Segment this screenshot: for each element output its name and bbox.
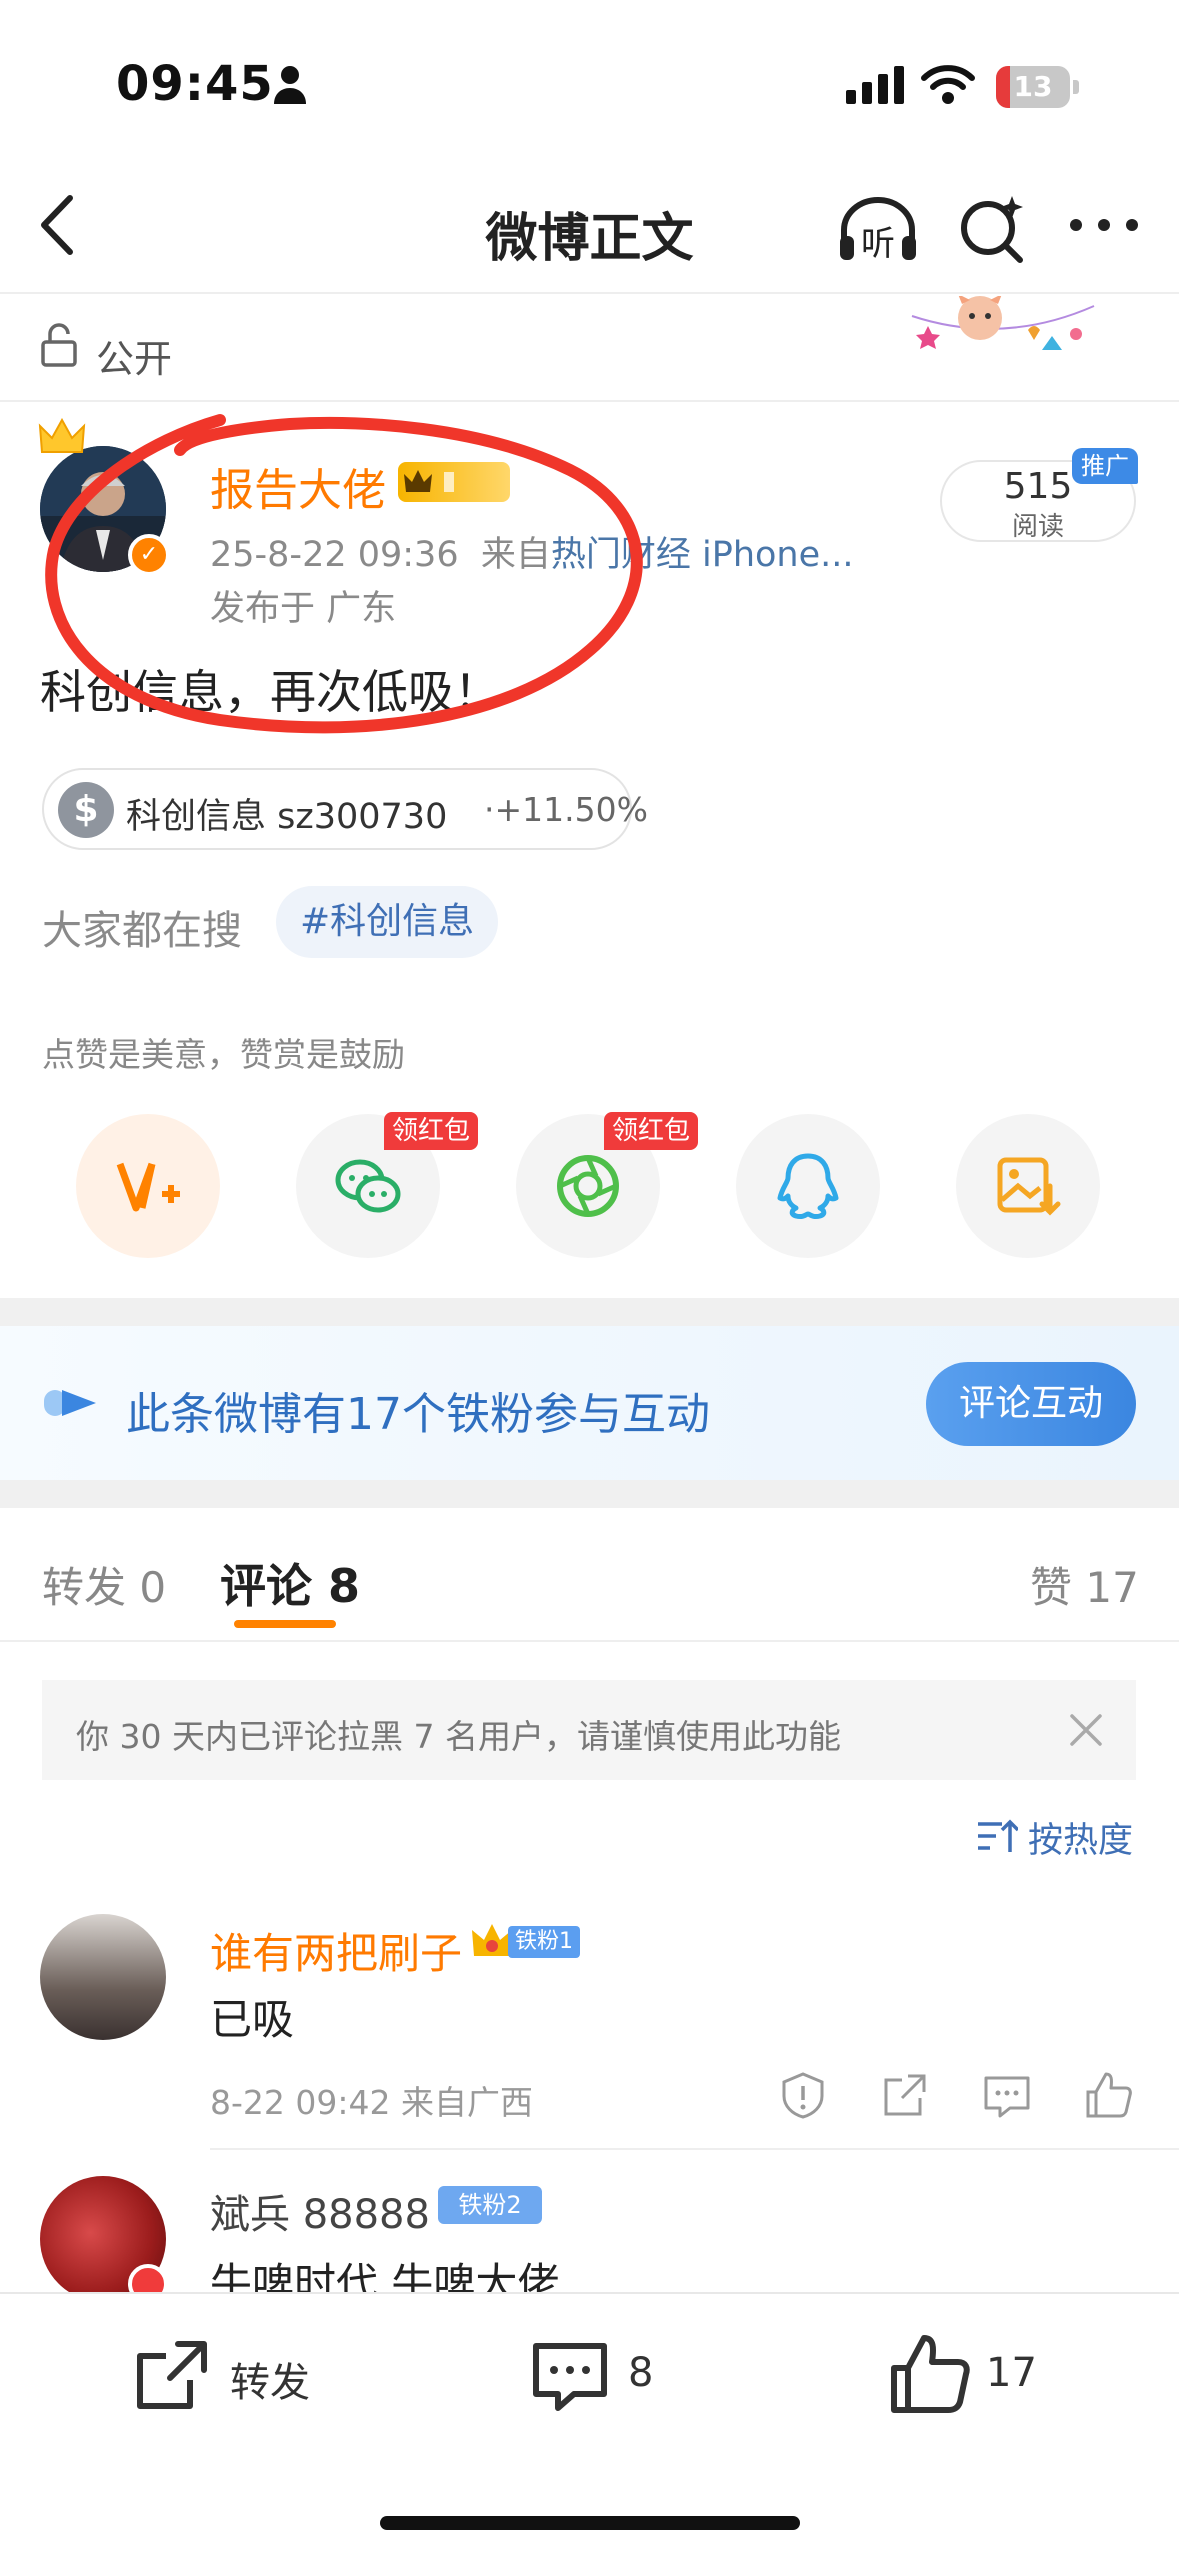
tab-comment[interactable]: 评论 8 [220,1550,360,1616]
post-location: 发布于 广东 [210,589,397,629]
comment-author[interactable]: 谁有两把刷子 [210,1920,462,1981]
stock-name: 科创信息 sz300730 [126,797,448,837]
fans-banner-text: 此条微博有17个铁粉参与互动 [126,1389,710,1440]
sort-button[interactable]: 按热度 [1028,1812,1133,1863]
share-qq-button[interactable] [736,1114,880,1258]
listen-label: 听 [861,224,895,264]
reward-button[interactable] [76,1114,220,1258]
comment-icon[interactable] [530,2336,610,2416]
vip-crown-icon [404,470,454,492]
divider [210,2148,1179,2150]
divider [0,400,1179,402]
battery-icon: 13 [996,66,1080,108]
signal-icon [846,66,904,104]
crown-icon [38,418,86,453]
stock-change: ·+11.50% [484,790,648,829]
dollar-icon: $ [58,782,114,838]
reply-icon[interactable] [982,2070,1032,2120]
verified-badge: ✓ [128,534,170,576]
reward-hint: 点赞是美意，赞赏是鼓励 [42,1035,405,1074]
source-prefix: 来自 [480,535,551,575]
share-icon[interactable] [880,2070,930,2120]
reward-icon [116,1162,180,1212]
fans-icon [44,1390,96,1416]
sort-icon[interactable] [976,1818,1018,1854]
wechat-icon [335,1159,401,1213]
read-label: 阅读 [1011,512,1064,542]
person-icon [274,66,306,104]
hashtag-link[interactable]: #科创信息 [276,886,499,958]
wifi-icon [921,65,975,104]
battery-level: 13 [1013,70,1053,103]
comment-author[interactable]: 斌兵 88888 [210,2182,430,2240]
close-icon[interactable] [1066,1710,1106,1750]
post-meta: 25-8-22 09:36 来自热门财经 iPhone... [210,526,854,577]
red-packet-tag: 领红包 [384,1112,479,1150]
listen-button[interactable]: 听 [836,192,920,264]
save-image-icon [997,1157,1061,1216]
post-time: 25-8-22 09:36 [210,535,459,575]
home-indicator [380,2516,800,2530]
tab-repost[interactable]: 转发 0 [42,1554,166,1615]
unlock-icon [41,323,77,367]
moments-icon [557,1155,619,1217]
section-separator [0,1298,1179,1326]
post-source[interactable]: 热门财经 iPhone... [551,535,854,575]
divider [0,292,1179,294]
divider [0,1640,1179,1642]
save-image-button[interactable] [956,1114,1100,1258]
report-icon[interactable] [778,2070,828,2120]
comment-interact-button[interactable]: 评论互动 [926,1362,1136,1446]
notice-text: 你 30 天内已评论拉黑 7 名用户，请谨慎使用此功能 [76,1717,841,1756]
stock-chip[interactable]: $ 科创信息 sz300730 ·+11.50% [42,768,648,850]
repost-icon[interactable] [132,2336,212,2416]
fan-badge-label: 铁粉1 [508,1926,580,1958]
trending-search-label: 大家都在搜 [42,908,242,954]
like-icon[interactable] [890,2332,970,2416]
comment-count[interactable]: 8 [628,2350,653,2396]
promo-tag: 推广 [1072,448,1138,484]
comment-text: 已吸 [210,1995,295,2044]
active-tab-indicator [234,1620,336,1628]
qq-icon [777,1153,839,1220]
post-text: 科创信息，再次低吸！ [40,665,500,719]
tab-like[interactable]: 赞 17 [1030,1554,1139,1615]
vip-badge [398,462,510,502]
decoration-banner [911,296,1095,350]
red-packet-tag: 领红包 [604,1112,699,1150]
more-icon[interactable] [1064,200,1144,250]
ai-search-icon[interactable] [958,192,1026,264]
comment-avatar[interactable] [40,1914,166,2040]
visibility-label: 公开 [96,337,173,381]
comment-meta: 8-22 09:42 来自广西 [210,2083,533,2122]
comment-text: 牛啤时代 牛啤大佬 [210,2259,560,2294]
section-separator [0,1480,1179,1508]
author-name[interactable]: 报告大佬 [210,454,386,518]
status-time: 09:45 [116,56,274,112]
repost-button[interactable]: 转发 [230,2350,310,2408]
fan-badge: 铁粉2 [438,2186,542,2224]
like-icon[interactable] [1084,2070,1134,2120]
block-notice: 你 30 天内已评论拉黑 7 名用户，请谨慎使用此功能 [42,1680,1136,1780]
fan-badge: 铁粉1 [470,1920,582,1964]
like-count[interactable]: 17 [986,2350,1037,2396]
